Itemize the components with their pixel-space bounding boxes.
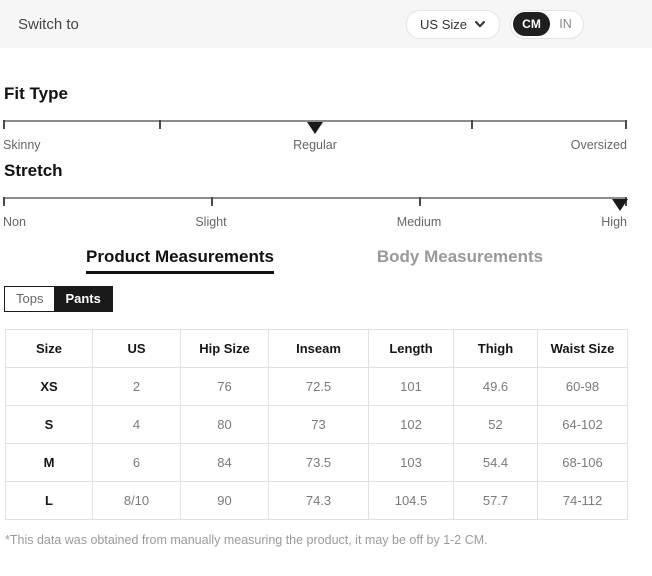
- col-header-inseam: Inseam: [269, 330, 369, 368]
- slider-tick: [3, 197, 5, 206]
- col-header-hip-size: Hip Size: [181, 330, 269, 368]
- tab-body-measurements[interactable]: Body Measurements: [377, 247, 543, 267]
- cell-value: 90: [181, 482, 269, 520]
- cell-size: M: [6, 444, 93, 482]
- table-row: L 8/10 90 74.3 104.5 57.7 74-112: [6, 482, 628, 520]
- us-size-dropdown[interactable]: US Size: [406, 10, 500, 39]
- cell-value: 49.6: [454, 368, 538, 406]
- stretch-option-high: High: [601, 215, 627, 229]
- table-row: S 4 80 73 102 52 64-102: [6, 406, 628, 444]
- table-header-row: Size US Hip Size Inseam Length Thigh Wai…: [6, 330, 628, 368]
- col-header-us: US: [93, 330, 181, 368]
- stretch-option-slight: Slight: [195, 215, 226, 229]
- footnote: *This data was obtained from manually me…: [5, 533, 488, 547]
- cell-value: 72.5: [269, 368, 369, 406]
- slider-tick: [625, 120, 627, 129]
- col-header-thigh: Thigh: [454, 330, 538, 368]
- cell-value: 54.4: [454, 444, 538, 482]
- fit-type-title: Fit Type: [4, 84, 68, 104]
- stretch-option-medium: Medium: [397, 215, 441, 229]
- cell-value: 60-98: [538, 368, 628, 406]
- cell-size: L: [6, 482, 93, 520]
- cell-size: S: [6, 406, 93, 444]
- table-row: XS 2 76 72.5 101 49.6 60-98: [6, 368, 628, 406]
- stretch-marker-icon: [612, 199, 628, 211]
- cell-value: 73.5: [269, 444, 369, 482]
- tab-body-measurements-label: Body Measurements: [377, 247, 543, 266]
- unit-toggle: CM IN: [510, 10, 584, 39]
- cell-size: XS: [6, 368, 93, 406]
- cell-value: 104.5: [369, 482, 454, 520]
- slider-track: [3, 197, 627, 199]
- cell-value: 103: [369, 444, 454, 482]
- us-size-dropdown-label: US Size: [420, 17, 467, 32]
- cell-value: 6: [93, 444, 181, 482]
- category-toggle: Tops Pants: [4, 286, 113, 312]
- toggle-tops[interactable]: Tops: [5, 287, 54, 311]
- cell-value: 84: [181, 444, 269, 482]
- stretch-option-non: Non: [3, 215, 26, 229]
- measurement-table: Size US Hip Size Inseam Length Thigh Wai…: [5, 329, 628, 520]
- cell-value: 8/10: [93, 482, 181, 520]
- cell-value: 74.3: [269, 482, 369, 520]
- tab-product-measurements-label: Product Measurements: [86, 247, 274, 274]
- fit-type-marker-icon: [307, 122, 323, 134]
- slider-tick: [3, 120, 5, 129]
- cell-value: 4: [93, 406, 181, 444]
- unit-option-in[interactable]: IN: [550, 17, 581, 31]
- switch-to-label: Switch to: [18, 16, 79, 33]
- cell-value: 68-106: [538, 444, 628, 482]
- cell-value: 73: [269, 406, 369, 444]
- fit-option-regular: Regular: [293, 138, 337, 152]
- stretch-title: Stretch: [4, 161, 63, 181]
- size-guide-panel: Switch to US Size CM IN Fit Type Skinny …: [0, 0, 652, 576]
- col-header-length: Length: [369, 330, 454, 368]
- chevron-down-icon: [474, 18, 486, 30]
- fit-option-oversized: Oversized: [571, 138, 627, 152]
- cell-value: 64-102: [538, 406, 628, 444]
- cell-value: 2: [93, 368, 181, 406]
- stretch-slider: Non Slight Medium High: [3, 197, 627, 233]
- slider-tick: [419, 197, 421, 206]
- cell-value: 57.7: [454, 482, 538, 520]
- unit-option-cm[interactable]: CM: [513, 12, 550, 36]
- tab-product-measurements[interactable]: Product Measurements: [86, 247, 274, 274]
- slider-tick: [471, 120, 473, 129]
- fit-option-skinny: Skinny: [3, 138, 41, 152]
- cell-value: 76: [181, 368, 269, 406]
- cell-value: 74-112: [538, 482, 628, 520]
- topbar: Switch to US Size CM IN: [0, 0, 652, 48]
- slider-tick: [159, 120, 161, 129]
- col-header-waist-size: Waist Size: [538, 330, 628, 368]
- toggle-pants[interactable]: Pants: [54, 287, 111, 311]
- cell-value: 80: [181, 406, 269, 444]
- cell-value: 101: [369, 368, 454, 406]
- cell-value: 52: [454, 406, 538, 444]
- table-row: M 6 84 73.5 103 54.4 68-106: [6, 444, 628, 482]
- slider-tick: [211, 197, 213, 206]
- col-header-size: Size: [6, 330, 93, 368]
- fit-type-slider: Skinny Regular Oversized: [3, 120, 627, 156]
- cell-value: 102: [369, 406, 454, 444]
